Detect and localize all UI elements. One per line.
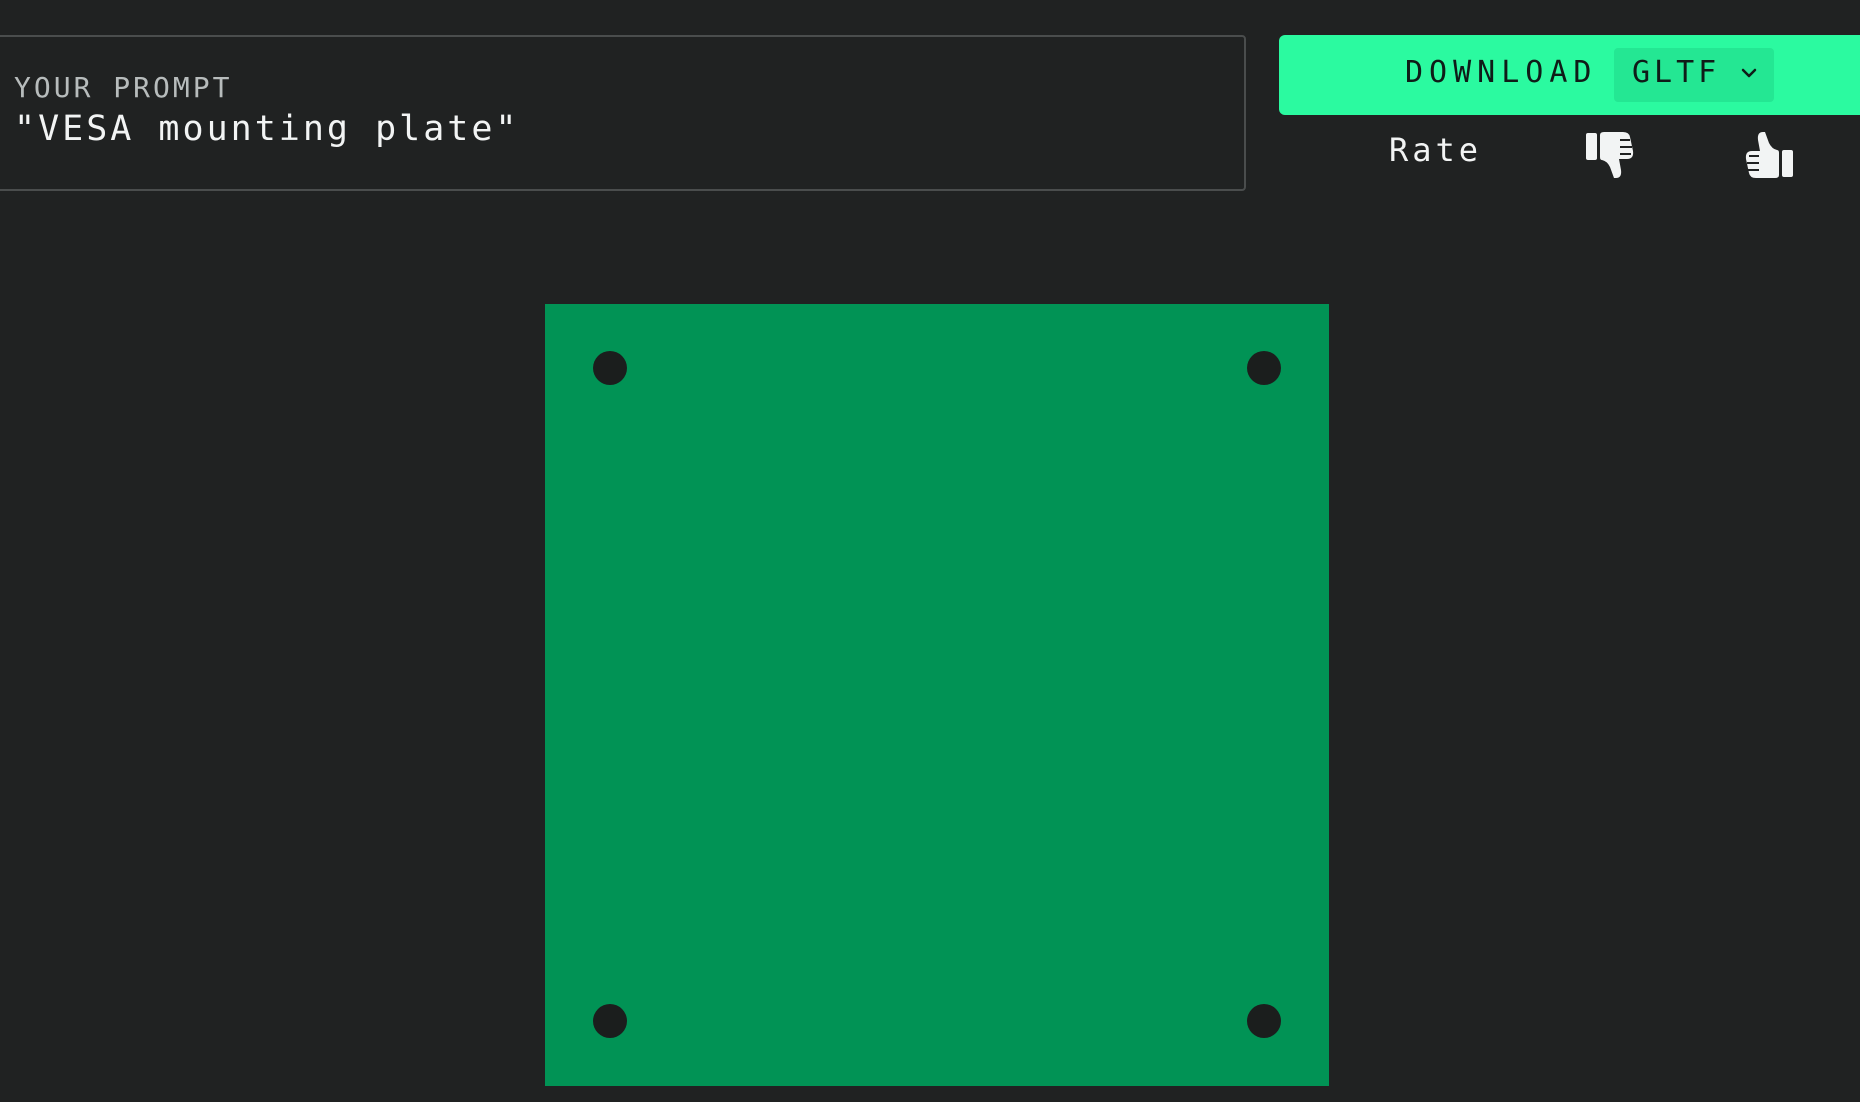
model-preview[interactable] — [545, 304, 1329, 1086]
prompt-text: "VESA mounting plate" — [14, 109, 520, 149]
prompt-label: YOUR PROMPT — [14, 71, 233, 104]
mounting-hole — [593, 351, 627, 385]
format-select[interactable]: GLTF — [1614, 48, 1774, 102]
thumbs-down-icon — [1586, 132, 1634, 178]
mounting-hole — [593, 1004, 627, 1038]
mounting-hole — [1247, 1004, 1281, 1038]
app-root: YOUR PROMPT "VESA mounting plate" DOWNLO… — [0, 0, 1860, 1102]
thumbs-up-button[interactable] — [1740, 130, 1794, 180]
format-value: GLTF — [1632, 55, 1721, 90]
download-button[interactable]: DOWNLOAD GLTF — [1279, 35, 1860, 115]
chevron-down-icon — [1741, 68, 1757, 78]
mounting-hole — [1247, 351, 1281, 385]
rate-label: Rate — [1389, 131, 1483, 169]
thumbs-down-button[interactable] — [1585, 130, 1639, 180]
download-label: DOWNLOAD — [1405, 55, 1598, 90]
prompt-panel: YOUR PROMPT "VESA mounting plate" — [0, 35, 1246, 191]
thumbs-up-icon — [1745, 132, 1793, 178]
